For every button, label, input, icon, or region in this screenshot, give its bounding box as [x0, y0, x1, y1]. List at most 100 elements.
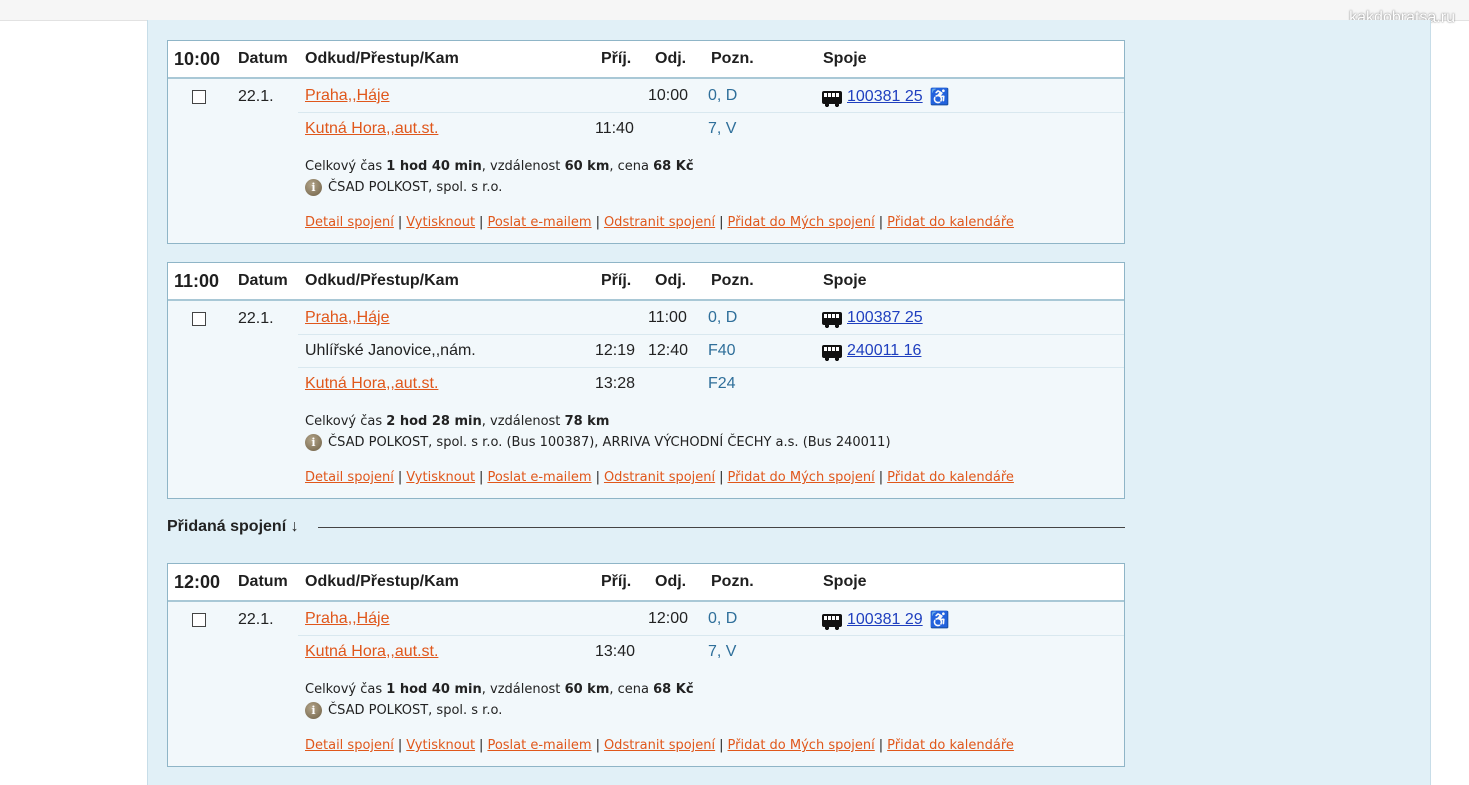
- header-odkud: Odkud/Přestup/Kam: [305, 272, 459, 289]
- email-link[interactable]: Poslat e-mailem: [487, 470, 591, 485]
- connection-card: 11:00 Datum Odkud/Přestup/Kam Příj. Odj.…: [167, 262, 1125, 499]
- operator-info: i ČSAD POLKOST, spol. s r.o. (Bus 100387…: [305, 434, 891, 451]
- add-mine-link[interactable]: Přidat do Mých spojení: [728, 738, 875, 753]
- header-odkud: Odkud/Přestup/Kam: [305, 50, 459, 67]
- info-icon[interactable]: i: [305, 179, 322, 196]
- operator-name: ČSAD POLKOST, spol. s r.o.: [328, 703, 503, 718]
- platform-note: 0, D: [708, 610, 738, 627]
- bus-icon: [822, 90, 842, 107]
- bus-line: 100381 25 ♿: [822, 87, 950, 107]
- connection-header: 11:00 Datum Odkud/Přestup/Kam Příj. Odj.…: [168, 263, 1124, 301]
- remove-link[interactable]: Odstranit spojení: [604, 215, 715, 230]
- header-odkud: Odkud/Přestup/Kam: [305, 573, 459, 590]
- print-link[interactable]: Vytisknout: [406, 470, 475, 485]
- stop-link[interactable]: Kutná Hora,,aut.st.: [305, 643, 438, 661]
- table-row: Praha,,Háje 11:00 0, D 100387 25: [298, 301, 1124, 335]
- header-pozn: Pozn.: [711, 272, 754, 289]
- platform-note: 0, D: [708, 87, 738, 104]
- stop-link[interactable]: Praha,,Háje: [305, 610, 390, 628]
- connection-date: 22.1.: [238, 88, 274, 105]
- remove-link[interactable]: Odstranit spojení: [604, 738, 715, 753]
- platform-note: 0, D: [708, 309, 738, 326]
- print-link[interactable]: Vytisknout: [406, 738, 475, 753]
- detail-link[interactable]: Detail spojení: [305, 738, 394, 753]
- departure-value: 10:00: [648, 87, 689, 104]
- trip-summary: Celkový čas 1 hod 40 min, vzdálenost 60 …: [305, 682, 694, 697]
- platform-note: F40: [708, 342, 736, 359]
- operator-name: ČSAD POLKOST, spol. s r.o. (Bus 100387),…: [328, 435, 891, 450]
- header-prij: Příj.: [601, 272, 632, 289]
- header-prij: Příj.: [601, 573, 632, 590]
- header-odj: Odj.: [655, 50, 687, 67]
- add-calendar-link[interactable]: Přidat do kalendáře: [887, 470, 1014, 485]
- info-icon[interactable]: i: [305, 702, 322, 719]
- platform-note: 7, V: [708, 643, 737, 660]
- added-connections-divider: Přidaná spojení ↓: [167, 518, 1125, 538]
- add-calendar-link[interactable]: Přidat do kalendáře: [887, 215, 1014, 230]
- connection-card: 10:00 Datum Odkud/Přestup/Kam Příj. Odj.…: [167, 40, 1125, 244]
- table-row: Kutná Hora,,aut.st. 11:40 7, V: [298, 112, 1124, 145]
- arrival-value: 11:40: [595, 120, 634, 137]
- trip-summary: Celkový čas 2 hod 28 min, vzdálenost 78 …: [305, 414, 610, 429]
- header-odj: Odj.: [655, 272, 687, 289]
- trip-summary: Celkový čas 1 hod 40 min, vzdálenost 60 …: [305, 159, 694, 174]
- wheelchair-icon: ♿: [929, 612, 950, 629]
- connection-header: 12:00 Datum Odkud/Přestup/Kam Příj. Odj.…: [168, 564, 1124, 602]
- transfer-stop: Uhlířské Janovice,,nám.: [305, 342, 476, 359]
- operator-name: ČSAD POLKOST, spol. s r.o.: [328, 180, 503, 195]
- stop-link[interactable]: Praha,,Háje: [305, 87, 390, 105]
- stop-link[interactable]: Praha,,Háje: [305, 309, 390, 327]
- arrival-value: 13:40: [595, 643, 636, 660]
- bus-icon: [822, 613, 842, 630]
- platform-note: F24: [708, 375, 736, 392]
- bus-icon: [822, 344, 842, 361]
- added-connections-label: Přidaná spojení ↓: [167, 518, 299, 535]
- top-bar: [0, 0, 1469, 21]
- table-row: Uhlířské Janovice,,nám. 12:19 12:40 F40 …: [298, 334, 1124, 368]
- operator-info: i ČSAD POLKOST, spol. s r.o.: [305, 179, 502, 196]
- select-checkbox[interactable]: [192, 613, 206, 627]
- action-links: Detail spojení | Vytisknout | Poslat e-maile…: [305, 738, 1014, 753]
- table-row: Praha,,Háje 12:00 0, D 100381 29 ♿: [298, 602, 1124, 636]
- detail-link[interactable]: Detail spojení: [305, 215, 394, 230]
- stop-link[interactable]: Kutná Hora,,aut.st.: [305, 120, 438, 138]
- arrival-value: 13:28: [595, 375, 636, 392]
- info-icon[interactable]: i: [305, 434, 322, 451]
- line-link[interactable]: 100381 25: [847, 88, 923, 106]
- bus-line: 100381 29 ♿: [822, 610, 950, 630]
- header-prij: Příj.: [601, 50, 632, 67]
- connection-header: 10:00 Datum Odkud/Přestup/Kam Příj. Odj.…: [168, 41, 1124, 79]
- table-row: Praha,,Háje 10:00 0, D 100381 25 ♿: [298, 79, 1124, 113]
- action-links: Detail spojení | Vytisknout | Poslat e-maile…: [305, 470, 1014, 485]
- header-odj: Odj.: [655, 573, 687, 590]
- bus-line: 100387 25: [822, 309, 923, 328]
- stop-link[interactable]: Kutná Hora,,aut.st.: [305, 375, 438, 393]
- line-link[interactable]: 100381 29: [847, 611, 923, 629]
- add-mine-link[interactable]: Přidat do Mých spojení: [728, 470, 875, 485]
- table-row: Kutná Hora,,aut.st. 13:28 F24: [298, 367, 1124, 400]
- header-datum: Datum: [238, 573, 288, 590]
- connection-card: 12:00 Datum Odkud/Přestup/Kam Příj. Odj.…: [167, 563, 1125, 767]
- departure-value: 11:00: [648, 309, 687, 326]
- header-pozn: Pozn.: [711, 573, 754, 590]
- connection-date: 22.1.: [238, 611, 274, 628]
- add-mine-link[interactable]: Přidat do Mých spojení: [728, 215, 875, 230]
- header-spoje: Spoje: [823, 573, 867, 590]
- line-link[interactable]: 240011 16: [847, 342, 921, 360]
- email-link[interactable]: Poslat e-mailem: [487, 215, 591, 230]
- connection-date: 22.1.: [238, 310, 274, 327]
- header-spoje: Spoje: [823, 272, 867, 289]
- detail-link[interactable]: Detail spojení: [305, 470, 394, 485]
- email-link[interactable]: Poslat e-mailem: [487, 738, 591, 753]
- select-checkbox[interactable]: [192, 312, 206, 326]
- remove-link[interactable]: Odstranit spojení: [604, 470, 715, 485]
- header-datum: Datum: [238, 272, 288, 289]
- divider-line: [318, 527, 1125, 528]
- departure-value: 12:40: [648, 342, 689, 359]
- departure-time: 11:00: [174, 271, 220, 291]
- print-link[interactable]: Vytisknout: [406, 215, 475, 230]
- arrival-value: 12:19: [595, 342, 636, 359]
- select-checkbox[interactable]: [192, 90, 206, 104]
- add-calendar-link[interactable]: Přidat do kalendáře: [887, 738, 1014, 753]
- line-link[interactable]: 100387 25: [847, 309, 923, 327]
